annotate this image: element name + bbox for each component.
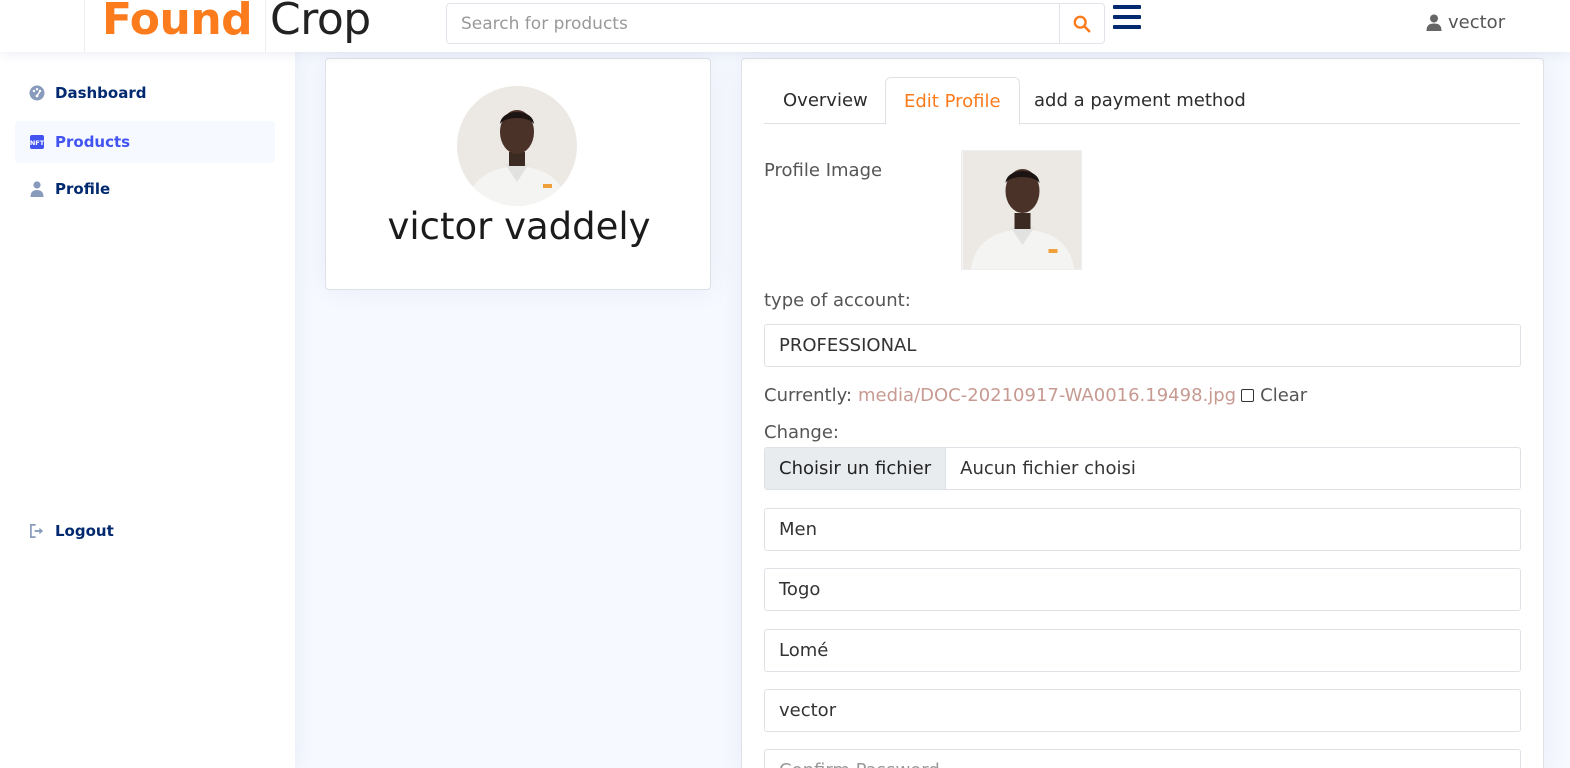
account-type-field[interactable]: PROFESSIONAL xyxy=(764,324,1521,367)
sidebar-item-label: Dashboard xyxy=(55,84,147,102)
logout-icon xyxy=(29,523,45,539)
change-label: Change: xyxy=(764,422,839,443)
account-type-label: type of account: xyxy=(764,290,911,311)
nft-icon: NFT xyxy=(29,134,45,150)
profile-card: victor vaddely xyxy=(325,58,711,290)
search-icon xyxy=(1073,15,1091,32)
profile-tabs: Overview Edit Profile add a payment meth… xyxy=(764,77,1520,125)
svg-text:NFT: NFT xyxy=(30,139,44,147)
gender-field[interactable]: Men xyxy=(764,508,1521,551)
brand-logo-crop[interactable]: Crop xyxy=(270,0,371,45)
tab-add-payment-method[interactable]: add a payment method xyxy=(1015,77,1265,124)
logout-label: Logout xyxy=(55,522,114,540)
current-file-link[interactable]: media/DOC-20210917-WA0016.19498.jpg xyxy=(858,385,1236,406)
city-field[interactable]: Lomé xyxy=(764,629,1521,672)
username-field[interactable]: vector xyxy=(764,689,1521,732)
file-upload-field: Choisir un fichier Aucun fichier choisi xyxy=(764,447,1521,490)
profile-image-label: Profile Image xyxy=(764,160,883,181)
person-icon xyxy=(29,181,45,197)
user-name: vector xyxy=(1448,12,1506,33)
profile-name: victor vaddely xyxy=(387,205,651,248)
clear-checkbox[interactable] xyxy=(1241,389,1255,402)
sidebar-item-label: Products xyxy=(55,133,131,151)
currently-label: Currently: xyxy=(764,385,853,406)
user-icon xyxy=(1426,14,1442,31)
sidebar-item-profile[interactable]: Profile xyxy=(15,168,275,210)
brand-logo-found[interactable]: Found xyxy=(102,0,253,45)
avatar xyxy=(457,86,577,206)
sidebar-item-dashboard[interactable]: Dashboard xyxy=(15,72,275,114)
confirm-password-field[interactable]: Confirm Password xyxy=(764,749,1521,768)
hamburger-menu-icon[interactable] xyxy=(1113,5,1143,33)
sidebar-item-label: Profile xyxy=(55,180,111,198)
grid-icon xyxy=(29,85,45,101)
tab-edit-profile[interactable]: Edit Profile xyxy=(885,77,1020,125)
current-file-row: Currently: media/DOC-20210917-WA0016.194… xyxy=(764,385,1307,406)
profile-image-preview xyxy=(961,150,1082,270)
country-field[interactable]: Togo xyxy=(764,568,1521,611)
tab-overview[interactable]: Overview xyxy=(764,77,887,124)
logout-button[interactable]: Logout xyxy=(15,510,275,552)
search-input[interactable] xyxy=(446,3,1060,44)
user-profile-dropdown[interactable]: vector xyxy=(1426,12,1505,33)
clear-label: Clear xyxy=(1260,385,1308,406)
edit-profile-card: Overview Edit Profile add a payment meth… xyxy=(741,58,1544,768)
top-header: Found Crop vector xyxy=(0,0,1570,52)
choose-file-button[interactable]: Choisir un fichier xyxy=(765,448,947,489)
search-button[interactable] xyxy=(1059,3,1105,44)
file-status: Aucun fichier choisi xyxy=(960,458,1136,479)
sidebar-item-products[interactable]: NFT Products xyxy=(15,121,275,163)
sidebar: Dashboard NFT Products Profile Logout xyxy=(0,52,295,768)
